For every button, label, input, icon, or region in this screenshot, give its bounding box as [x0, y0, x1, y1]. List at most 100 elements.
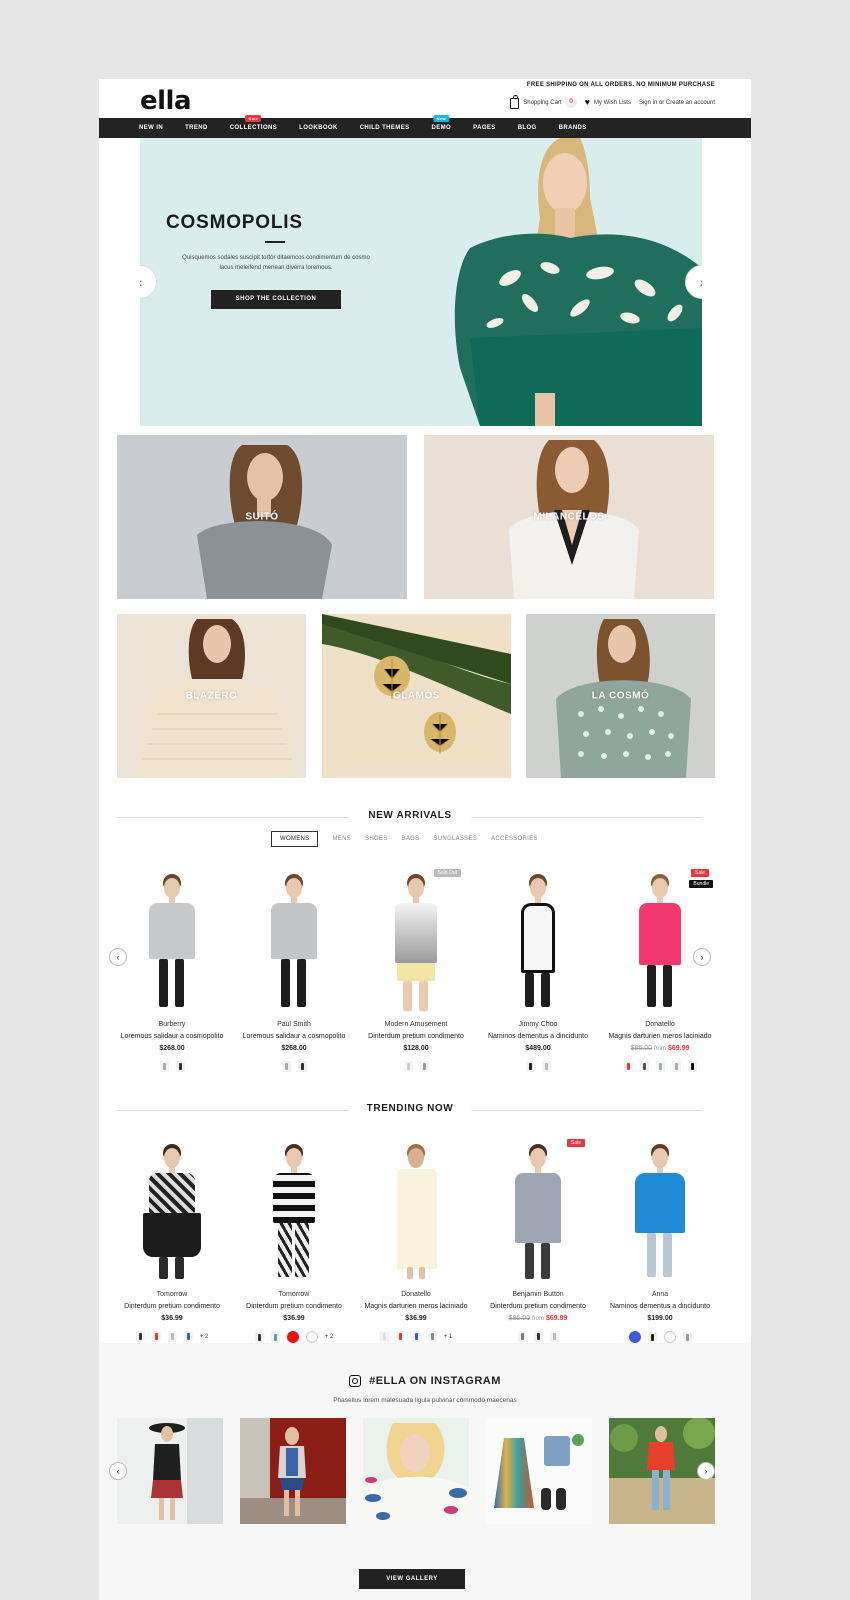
- view-gallery-button[interactable]: VIEW GALLERY: [359, 1569, 465, 1589]
- swatch[interactable]: [254, 1331, 264, 1343]
- tab-mens[interactable]: MENS: [332, 836, 351, 842]
- swatch[interactable]: [151, 1331, 161, 1342]
- product-name[interactable]: Magnis darturien meros laciniado: [599, 1033, 721, 1040]
- product-card[interactable]: Jimmy Choo Naminos dementus a dincidunto…: [477, 869, 599, 1072]
- nav-item-collections[interactable]: COLLECTIONS Sale: [230, 115, 277, 131]
- swatch[interactable]: [517, 1331, 527, 1342]
- tab-womens[interactable]: WOMENS: [271, 831, 319, 847]
- hero-model-image: [454, 138, 702, 426]
- instagram-photo[interactable]: [486, 1418, 592, 1524]
- more-swatches[interactable]: + 1: [444, 1334, 453, 1340]
- tab-bags[interactable]: BAGS: [402, 836, 420, 842]
- swatch[interactable]: [655, 1061, 665, 1072]
- swatch[interactable]: [175, 1061, 185, 1072]
- swatch[interactable]: [671, 1061, 681, 1072]
- nav-item-pages[interactable]: PAGES: [473, 125, 496, 131]
- shopping-cart-link[interactable]: Shopping Cart 0: [510, 95, 577, 109]
- model-leg: [295, 1223, 309, 1277]
- product-name[interactable]: Magnis darturien meros laciniado: [355, 1303, 477, 1310]
- swatch[interactable]: [623, 1061, 633, 1072]
- account-link[interactable]: Sign in or Create an account: [639, 100, 715, 106]
- swatch[interactable]: [379, 1331, 389, 1342]
- logo[interactable]: ella: [140, 86, 192, 116]
- swatch[interactable]: [281, 1061, 291, 1072]
- nav-item-new-in[interactable]: NEW IN: [139, 125, 163, 131]
- swatch[interactable]: [647, 1331, 657, 1343]
- product-card[interactable]: Tomorrow Dinterdum pretium condimento $3…: [233, 1139, 355, 1343]
- wishlist-link[interactable]: ♥ My Wish Lists: [585, 98, 631, 107]
- swatch[interactable]: [541, 1061, 551, 1072]
- swatch[interactable]: [183, 1331, 193, 1342]
- product-name[interactable]: Loremous salidaur a cosmopolito: [111, 1033, 233, 1040]
- swatch[interactable]: [395, 1331, 405, 1342]
- instagram-photo[interactable]: [240, 1418, 346, 1524]
- tab-accessories[interactable]: ACCESSORIES: [491, 836, 538, 842]
- product-name[interactable]: Dinterdum pretium condimento: [477, 1303, 599, 1310]
- swatch[interactable]: [403, 1061, 413, 1072]
- product-name[interactable]: Dinterdum pretium condimento: [355, 1033, 477, 1040]
- sale-badge: Sale: [245, 115, 262, 122]
- product-card[interactable]: Donatello Magnis darturien meros lacinia…: [355, 1139, 477, 1342]
- more-swatches[interactable]: + 2: [325, 1334, 334, 1340]
- product-name[interactable]: Dinterdum pretium condimento: [233, 1303, 355, 1310]
- hero-description: Quisquemos sodales suscipit tortor ditae…: [182, 255, 370, 271]
- shop-collection-button[interactable]: SHOP THE COLLECTION: [211, 290, 341, 309]
- swatch[interactable]: [687, 1061, 697, 1072]
- product-card[interactable]: Sale Benjamin Button Dinterdum pretium c…: [477, 1139, 599, 1342]
- instagram-photo[interactable]: [117, 1418, 223, 1524]
- product-card[interactable]: Sold Out Modern Amusement Dinterdum pret…: [355, 869, 477, 1072]
- swatch[interactable]: [549, 1331, 559, 1342]
- color-dot[interactable]: [305, 1331, 318, 1343]
- product-name[interactable]: Loremous salidaur a cosmopolito: [233, 1033, 355, 1040]
- product-image: [233, 1139, 355, 1289]
- product-name[interactable]: Naminos dementus a dincidunto: [599, 1303, 721, 1310]
- swatch[interactable]: [135, 1331, 145, 1342]
- model-head: [652, 878, 668, 898]
- product-card[interactable]: Tomorrow Dinterdum pretium condimento $3…: [111, 1139, 233, 1342]
- nav-item-lookbook[interactable]: LOOKBOOK: [299, 125, 338, 131]
- instagram-next-button[interactable]: ›: [697, 1462, 715, 1480]
- nav-item-brands[interactable]: BRANDS: [559, 125, 587, 131]
- product-card[interactable]: Burberry Loremous salidaur a cosmopolito…: [111, 869, 233, 1072]
- swatch[interactable]: [533, 1331, 543, 1342]
- color-dot[interactable]: [286, 1331, 299, 1343]
- tab-shoes[interactable]: SHOES: [365, 836, 388, 842]
- nav-item-demo[interactable]: DEMO New: [432, 115, 452, 131]
- swatch[interactable]: [682, 1331, 692, 1343]
- product-card[interactable]: Paul Smith Loremous salidaur a cosmopoli…: [233, 869, 355, 1072]
- model-head: [164, 878, 180, 898]
- color-dot[interactable]: [628, 1331, 641, 1343]
- swatch[interactable]: [411, 1331, 421, 1342]
- nav-item-child-themes[interactable]: CHILD THEMES: [360, 125, 410, 131]
- swatch[interactable]: [159, 1061, 169, 1072]
- instagram-photo[interactable]: [363, 1418, 469, 1524]
- swatch[interactable]: [297, 1061, 307, 1072]
- category-tile-glamos[interactable]: GLAMÓS: [322, 614, 511, 778]
- nav-item-blog[interactable]: BLOG: [518, 125, 537, 131]
- category-tile-milancelos[interactable]: MILANCÉLOS: [424, 435, 714, 599]
- swatch[interactable]: [427, 1331, 437, 1342]
- category-tile-la-cosmo[interactable]: LA COSMÓ: [526, 614, 715, 778]
- swatch[interactable]: [525, 1061, 535, 1072]
- swatch[interactable]: [639, 1061, 649, 1072]
- swatch[interactable]: [270, 1331, 280, 1343]
- product-card[interactable]: Sale Bundle Donatello Magnis darturien m…: [599, 869, 721, 1072]
- swatch[interactable]: [419, 1061, 429, 1072]
- color-dot[interactable]: [663, 1331, 676, 1343]
- more-swatches[interactable]: + 2: [200, 1334, 209, 1340]
- product-name[interactable]: Dinterdum pretium condimento: [111, 1303, 233, 1310]
- model-shorts: [397, 963, 435, 981]
- tab-sunglasses[interactable]: SUNGLASSES: [433, 836, 477, 842]
- instagram-prev-button[interactable]: ‹: [109, 1462, 127, 1480]
- product-brand: Benjamin Button: [512, 1291, 564, 1298]
- category-tile-suito[interactable]: SUITÓ: [117, 435, 407, 599]
- divider: [471, 1110, 703, 1111]
- category-tile-blazero[interactable]: BLAZÉRO: [117, 614, 306, 778]
- model-leg: [297, 959, 306, 1007]
- model-leg: [407, 1267, 413, 1279]
- product-name[interactable]: Naminos dementus a dincidunto: [477, 1033, 599, 1040]
- nav-item-trend[interactable]: TREND: [185, 125, 208, 131]
- hero-prev-button[interactable]: ‹: [140, 265, 157, 299]
- product-card[interactable]: Anna Naminos dementus a dincidunto $199.…: [599, 1139, 721, 1343]
- swatch[interactable]: [167, 1331, 177, 1342]
